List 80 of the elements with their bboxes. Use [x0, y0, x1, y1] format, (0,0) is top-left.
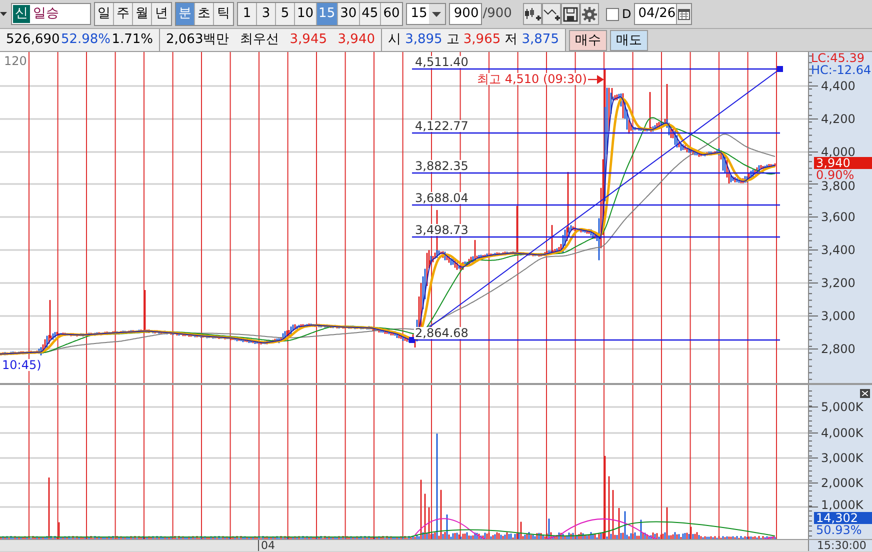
axis-label: 3,600 — [821, 211, 856, 223]
period-tab[interactable]: 주 — [114, 3, 133, 25]
interval-tab[interactable]: 60 — [381, 3, 402, 25]
axis-label: 4,000 — [821, 146, 856, 158]
fibonacci-level-label: 3,498.73 — [414, 224, 470, 236]
quote-value: 1.71% — [112, 31, 153, 50]
interval-select[interactable]: 15 — [406, 3, 446, 25]
interval-tab[interactable]: 3 — [257, 3, 276, 25]
quote-value: 3,965 — [463, 31, 501, 50]
axis-label: 3,000 — [821, 310, 856, 322]
quote-value: 3,945 — [290, 31, 327, 50]
quote-value: 고 — [446, 31, 460, 50]
calendar-icon — [678, 8, 690, 20]
quote-value: 3,895 — [405, 31, 442, 50]
axis-label: 3,200 — [821, 277, 856, 289]
candle-plus-icon — [524, 6, 541, 22]
axis-label: 3,000K — [821, 452, 864, 464]
sell-button[interactable]: 매도 — [610, 30, 648, 50]
fibonacci-level-label: 4,511.40 — [414, 56, 470, 68]
count-total: /900 — [482, 5, 512, 24]
period-label: 120 — [3, 55, 28, 67]
quote-value: 52.98% — [60, 31, 111, 50]
axis-label: 4,000K — [821, 427, 864, 439]
quote-value: 시 — [388, 31, 401, 50]
date-field[interactable]: 04/26 — [634, 3, 692, 25]
current-price-badge: 3,940 — [814, 157, 872, 169]
buy-button[interactable]: 매수 — [569, 30, 607, 50]
interval-tab[interactable]: 30 — [338, 3, 360, 25]
line-plus-button[interactable] — [542, 3, 561, 25]
volume-percent: 50.93% — [816, 524, 862, 536]
stock-field[interactable]: 신 일승 — [11, 3, 91, 25]
fibonacci-level-label: 2,864.68 — [414, 327, 470, 339]
axis-label: 5,000K — [821, 401, 864, 413]
quote-value: 2,063백만 — [166, 31, 230, 50]
axis-label: 4,200 — [821, 113, 856, 125]
close-icon — [862, 391, 868, 396]
fibonacci-level-label: 3,688.04 — [414, 192, 470, 204]
candle-plus-button[interactable] — [522, 3, 542, 25]
hc-label: HC:-12.64 — [811, 64, 872, 76]
axis-label: 2,800 — [821, 343, 856, 355]
peak-note: 최고 4,510 (09:30) — [476, 73, 588, 85]
time-label: 04 — [258, 540, 275, 551]
period-tab[interactable]: 틱 — [214, 3, 233, 25]
period-tab[interactable]: 초 — [195, 3, 214, 25]
interval-tab[interactable]: 10 — [295, 3, 317, 25]
quote-value: 3,940 — [338, 31, 375, 50]
fibonacci-level-label: 4,122.77 — [414, 120, 470, 132]
arrow-icon — [588, 75, 604, 84]
interval-tab[interactable]: 1 — [238, 3, 257, 25]
change-percent: 0.90% — [816, 169, 854, 181]
date-checkbox[interactable] — [606, 8, 619, 20]
save-icon — [562, 6, 579, 22]
current-volume-badge: 14,302 — [814, 512, 872, 524]
save-button[interactable] — [560, 3, 580, 25]
period-tab[interactable]: 일 — [95, 3, 114, 25]
interval-tab[interactable]: 45 — [360, 3, 382, 25]
lc-label: LC:45.39 — [811, 52, 864, 64]
quote-value: 3,875 — [522, 31, 559, 50]
market-badge: 신 — [13, 5, 30, 23]
axis-label: 2,000K — [821, 477, 864, 489]
quote-value: 최우선 — [240, 31, 279, 50]
axis-label: 4,400 — [821, 80, 856, 92]
axis-label: 3,400 — [821, 244, 856, 256]
axis-label: 3,800 — [821, 180, 856, 192]
checkbox-label: D — [622, 6, 632, 23]
settings-button[interactable] — [580, 3, 599, 25]
quote-value: 저 — [504, 31, 518, 50]
count-field[interactable]: 900 — [448, 3, 482, 25]
fibonacci-level-label: 3,882.35 — [414, 160, 470, 172]
interval-tab[interactable]: 5 — [276, 3, 295, 25]
period-tab[interactable]: 월 — [133, 3, 152, 25]
quote-value: 526,690 — [6, 31, 60, 50]
axis-label: 1,000K — [821, 499, 864, 511]
caret-icon — [432, 12, 442, 16]
panel-close-button[interactable] — [860, 389, 870, 398]
caret-icon — [0, 12, 7, 16]
settings-icon — [580, 6, 598, 22]
time-note: 10:45) — [1, 359, 42, 371]
period-tab[interactable]: 년 — [152, 3, 171, 25]
time-axis-label: 15:30:00 — [817, 540, 866, 551]
